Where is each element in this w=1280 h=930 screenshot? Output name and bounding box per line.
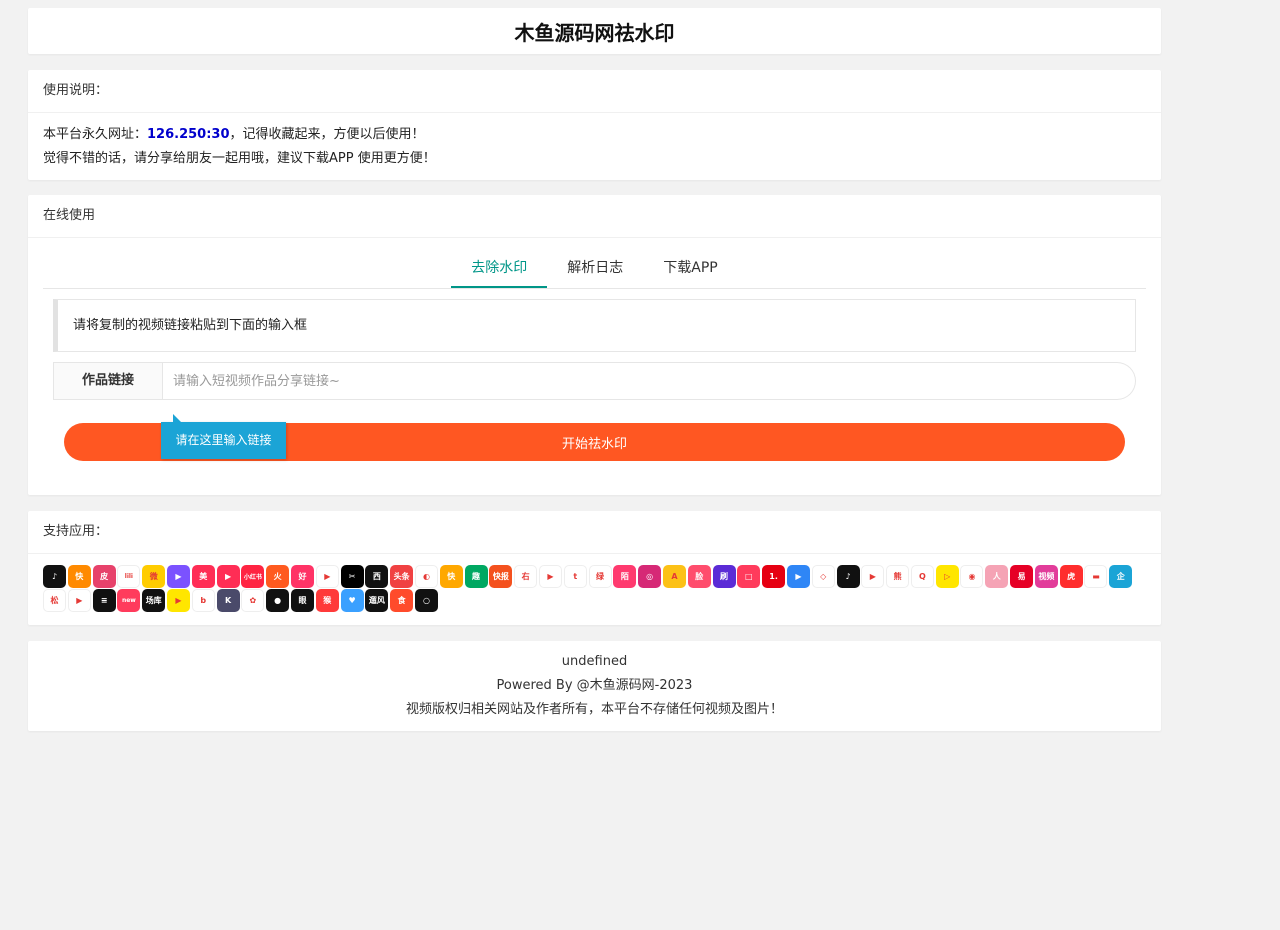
face-icon: 脸 <box>687 565 711 588</box>
flower-icon: ✿ <box>241 589 265 612</box>
link-form-row: 作品链接 <box>53 362 1136 400</box>
tab-bar: 去除水印 解析日志 下载APP <box>43 252 1146 289</box>
weishi-icon: ▶ <box>166 565 190 588</box>
b-icon: b <box>191 589 215 612</box>
tiger-icon: 虎 <box>1059 565 1083 588</box>
huoshan-icon: 火 <box>266 565 290 588</box>
triangle-icon: ▶ <box>67 589 91 612</box>
permanent-url: 126.250:30 <box>147 127 230 142</box>
fengyun-icon: 遛风 <box>365 589 389 612</box>
work-link-input[interactable] <box>163 362 1136 400</box>
k-icon: K <box>216 589 240 612</box>
title-card: 木鱼源码网祛水印 <box>28 8 1161 54</box>
squirrel-icon: 松 <box>43 589 66 612</box>
avatar-icon: 人 <box>985 565 1009 588</box>
usage-line-1-prefix: 本平台永久网址： <box>43 127 148 142</box>
video-icon: 视频 <box>1034 565 1058 588</box>
acfun-icon: A <box>662 565 686 588</box>
quanmin-icon: ▶ <box>216 565 240 588</box>
meipai-icon: 美 <box>191 565 215 588</box>
footer: undefined Powered By @木鱼源码网-2023 视频版权归相关… <box>28 641 1161 731</box>
usage-line-2: 觉得不错的话，请分享给朋友一起用哦，建议下载APP 使用更方便！ <box>43 151 436 166</box>
boba-icon: ▶ <box>538 565 562 588</box>
toutiao-icon: 头条 <box>390 565 414 588</box>
jianying-icon: ✂ <box>340 565 364 588</box>
apps-header: 支持应用： <box>28 511 1161 554</box>
weishi2-icon: ◐ <box>414 565 438 588</box>
tab-parse-log[interactable]: 解析日志 <box>547 252 643 288</box>
footer-powered-by: Powered By @木鱼源码网-2023 <box>496 678 693 693</box>
kuaikan-icon: ▶ <box>315 565 339 588</box>
bowl-icon: ▬ <box>1084 565 1108 588</box>
douyin-icon: ♪ <box>43 565 66 588</box>
qutoutiao-icon: 趣 <box>464 565 488 588</box>
iqiyi-icon: ◇ <box>811 565 835 588</box>
stripes-icon: ≡ <box>92 589 116 612</box>
tab-download-app[interactable]: 下载APP <box>643 252 737 288</box>
usage-header: 使用说明： <box>28 70 1161 113</box>
tiktok-icon: ♪ <box>836 565 860 588</box>
input-tooltip: 请在这里输入链接 <box>161 414 286 459</box>
shi-icon: 食 <box>390 589 414 612</box>
youku-icon: ▶ <box>786 565 810 588</box>
kuai-icon: 快 <box>439 565 463 588</box>
eyes-icon: 眼 <box>290 589 314 612</box>
usage-body: 本平台永久网址：126.250:30，记得收藏起来，方便以后使用！ 觉得不错的话… <box>28 113 1161 181</box>
tab-remove-watermark[interactable]: 去除水印 <box>451 252 548 288</box>
netease-icon: 易 <box>1010 565 1034 588</box>
yidian-icon: 1. <box>762 565 786 588</box>
lvzhou-icon: 绿 <box>588 565 612 588</box>
qq-icon: Q <box>910 565 934 588</box>
ring-icon: ○ <box>414 589 438 612</box>
footer-copyright: 视频版权归相关网站及作者所有，本平台不存储任何视频及图片！ <box>405 702 783 717</box>
shua-icon: 刷 <box>712 565 736 588</box>
camera-icon: ◉ <box>960 565 984 588</box>
haokan-icon: 好 <box>290 565 314 588</box>
twitter-icon: t <box>563 565 587 588</box>
bobo-icon: □ <box>737 565 761 588</box>
new-icon: new <box>117 589 141 612</box>
heart-icon: ♥ <box>340 589 364 612</box>
xigua-icon: 西 <box>365 565 389 588</box>
usage-line-1-suffix: ，记得收藏起来，方便以后使用！ <box>229 127 425 142</box>
usage-line-1: 本平台永久网址：126.250:30，记得收藏起来，方便以后使用！ <box>43 123 1146 147</box>
panda-icon: 熊 <box>886 565 910 588</box>
app-icon-grid: ♪ 快皮 lili 微 ▶ 美 ▶ 小红书火好 ▶ ✂ 西头条 ◐ 快趣快报右 ▶ t 绿陌 ◎ A 脸刷 □ 1. ▶ ◇… <box>28 554 1158 613</box>
monkey-icon: 猴 <box>315 589 339 612</box>
kuaibao-icon: 快报 <box>489 565 513 588</box>
usage-card: 使用说明： 本平台永久网址：126.250:30，记得收藏起来，方便以后使用！ … <box>28 70 1161 180</box>
changku-icon: 场库 <box>142 589 166 612</box>
lishipin-icon: lili <box>117 565 141 588</box>
online-header: 在线使用 <box>28 195 1161 238</box>
instagram-icon: ◎ <box>638 565 662 588</box>
weibo-icon: 微 <box>142 565 166 588</box>
kankan-icon: ▷ <box>935 565 959 588</box>
footer-line-1: undefined <box>561 654 628 669</box>
page-title: 木鱼源码网祛水印 <box>514 20 675 45</box>
youtube-icon: ▶ <box>861 565 885 588</box>
momo-icon: 陌 <box>613 565 637 588</box>
instruction-notice: 请将复制的视频链接粘贴到下面的输入框 <box>53 299 1136 352</box>
pipixia-icon: 皮 <box>92 565 116 588</box>
apps-card: 支持应用： ♪ 快皮 lili 微 ▶ 美 ▶ 小红书火好 ▶ ✂ 西头条 ◐ 快趣快报右 ▶ t 绿陌 ◎ A 脸… <box>28 511 1161 625</box>
online-card: 在线使用 去除水印 解析日志 下载APP 请将复制的视频链接粘贴到下面的输入框 … <box>28 195 1161 495</box>
kuaishou-icon: 快 <box>67 565 91 588</box>
zuiyou-icon: 右 <box>514 565 538 588</box>
work-link-label: 作品链接 <box>53 362 163 400</box>
xiaohongshu-icon: 小红书 <box>241 565 265 588</box>
yellowplay-icon: ▶ <box>166 589 190 612</box>
penguin-icon: 企 <box>1109 565 1133 588</box>
round-icon: ● <box>266 589 290 612</box>
online-body: 去除水印 解析日志 下载APP 请将复制的视频链接粘贴到下面的输入框 作品链接 <box>28 252 1161 400</box>
